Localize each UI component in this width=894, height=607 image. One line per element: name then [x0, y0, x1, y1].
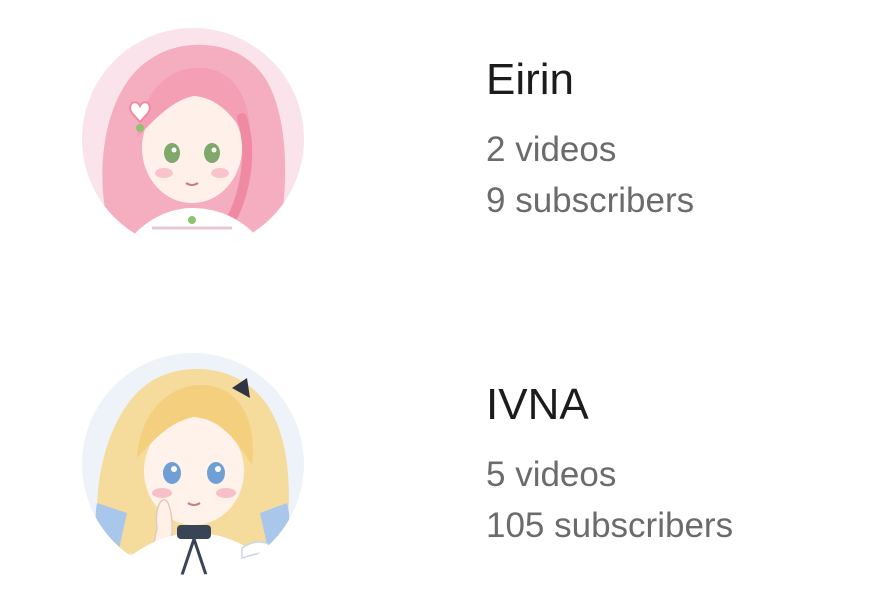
channel-name: IVNA: [486, 380, 589, 429]
video-count: 2 videos: [486, 130, 617, 169]
channel-list-item-eirin[interactable]: Eirin 2 videos 9 subscribers: [0, 20, 894, 260]
channel-info: Eirin 2 videos 9 subscribers: [486, 50, 694, 226]
subscriber-count: 105 subscribers: [486, 506, 734, 545]
channel-name: Eirin: [486, 55, 575, 104]
channel-avatar-eirin[interactable]: [82, 28, 304, 250]
avatar-illustration-blonde-hair: [82, 353, 304, 575]
channel-info: IVNA 5 videos 105 subscribers: [486, 375, 733, 551]
video-count: 5 videos: [486, 455, 617, 494]
subscriber-count: 9 subscribers: [486, 181, 695, 220]
avatar-illustration-pink-hair: [82, 28, 304, 250]
channel-list-item-ivna[interactable]: IVNA 5 videos 105 subscribers: [0, 345, 894, 585]
channel-avatar-ivna[interactable]: [82, 353, 304, 575]
